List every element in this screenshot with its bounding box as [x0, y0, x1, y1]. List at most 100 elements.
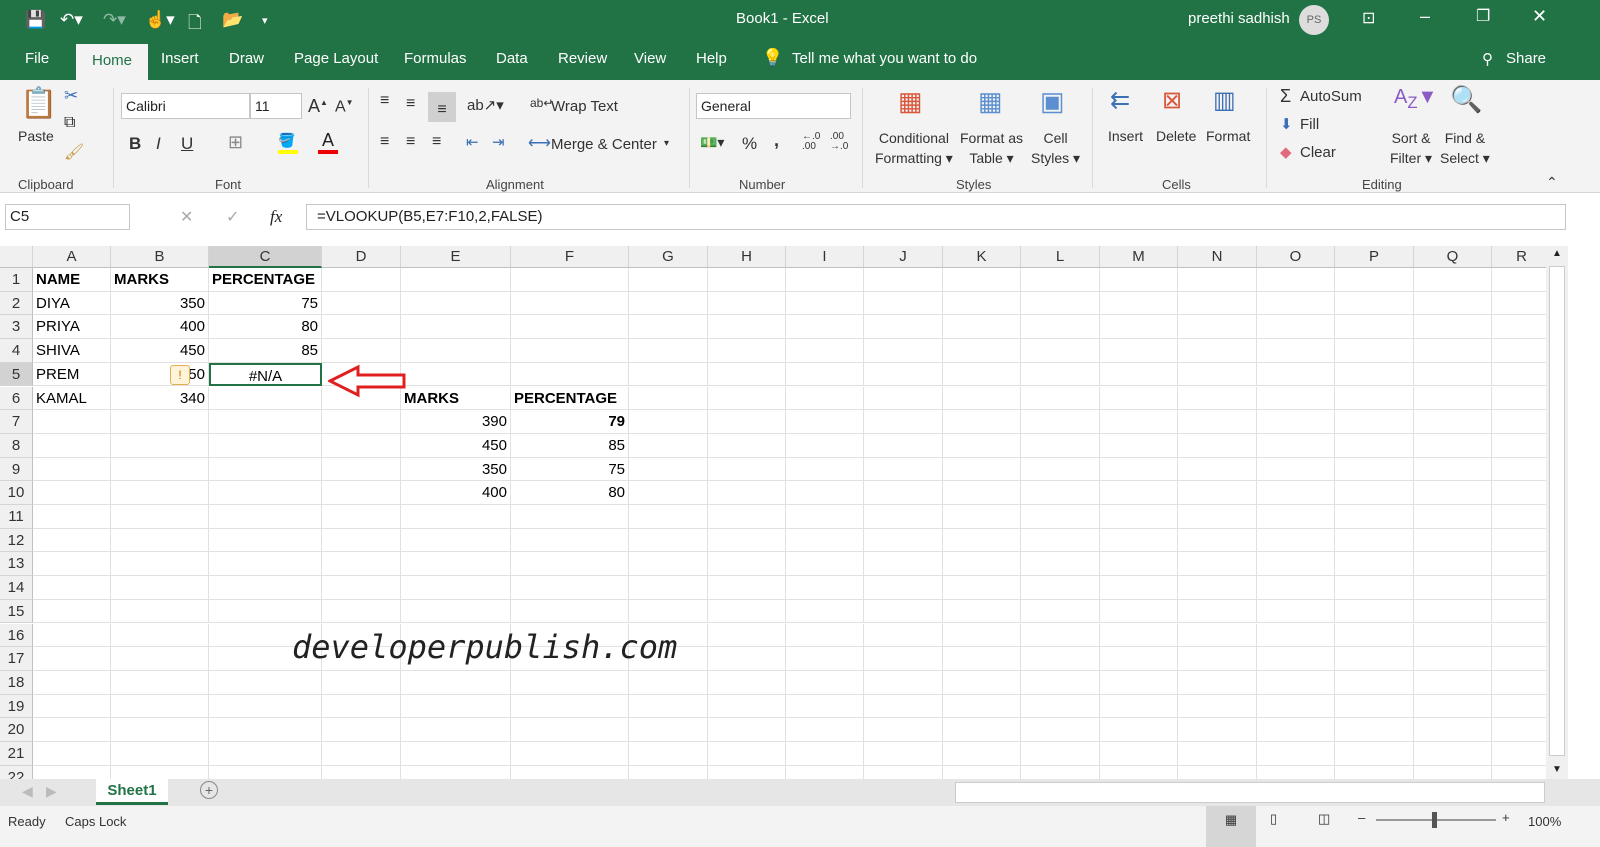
cell-F3[interactable] [511, 315, 629, 340]
cell-E3[interactable] [401, 315, 511, 340]
cell-P22[interactable] [1335, 765, 1414, 779]
scroll-thumb[interactable] [1549, 266, 1565, 756]
cell-R15[interactable] [1492, 599, 1552, 624]
cell-H15[interactable] [708, 599, 786, 624]
underline-button[interactable]: U [181, 134, 193, 154]
cell-M5[interactable] [1100, 362, 1178, 387]
cell-C21[interactable] [209, 742, 322, 766]
cell-L15[interactable] [1021, 599, 1100, 624]
open-icon[interactable]: 📂 [222, 10, 243, 30]
autosum-button[interactable]: AutoSum [1300, 88, 1362, 105]
borders-icon[interactable]: ⊞ [228, 132, 243, 153]
column-header-C[interactable]: C [209, 246, 322, 268]
cell-M18[interactable] [1100, 670, 1178, 695]
cell-Q14[interactable] [1414, 576, 1492, 600]
cell-H10[interactable] [708, 481, 786, 505]
vertical-scrollbar[interactable]: ▲ ▼ [1546, 246, 1568, 779]
cell-L19[interactable] [1021, 694, 1100, 719]
cell-D21[interactable] [322, 742, 401, 766]
cell-O21[interactable] [1257, 742, 1335, 766]
cell-M13[interactable] [1100, 552, 1178, 577]
cell-F18[interactable] [511, 670, 629, 695]
cell-L17[interactable] [1021, 647, 1100, 671]
comma-button[interactable]: , [774, 130, 779, 151]
undo-icon[interactable]: ↶▾ [60, 10, 83, 30]
cell-F6[interactable]: PERCENTAGE [511, 386, 629, 411]
cell-H19[interactable] [708, 694, 786, 719]
column-header-K[interactable]: K [943, 246, 1021, 268]
cell-B7[interactable] [111, 410, 209, 434]
column-header-H[interactable]: H [708, 246, 786, 268]
row-header-21[interactable]: 21 [0, 742, 33, 766]
insert-function-button[interactable]: fx [270, 207, 282, 227]
cell-K18[interactable] [943, 670, 1021, 695]
cell-B17[interactable] [111, 647, 209, 671]
tab-insert[interactable]: Insert [161, 50, 199, 67]
cell-F5[interactable] [511, 362, 629, 387]
cell-O8[interactable] [1257, 433, 1335, 458]
cell-J5[interactable] [864, 362, 943, 387]
cell-G9[interactable] [629, 457, 708, 482]
cell-I7[interactable] [786, 410, 864, 434]
row-header-20[interactable]: 20 [0, 718, 33, 742]
cell-C13[interactable] [209, 552, 322, 577]
cell-O19[interactable] [1257, 694, 1335, 719]
spreadsheet-grid[interactable]: A B C D E F G H I J K L M N O P Q R 1 NAME MARKS PERCENTAGE 2 D… [0, 246, 1578, 779]
user-name[interactable]: preethi sadhish [1188, 10, 1290, 27]
cell-I21[interactable] [786, 742, 864, 766]
cell-Q18[interactable] [1414, 670, 1492, 695]
cell-H11[interactable] [708, 505, 786, 529]
cell-O11[interactable] [1257, 505, 1335, 529]
cell-K22[interactable] [943, 765, 1021, 779]
cell-N13[interactable] [1178, 552, 1257, 577]
tab-home[interactable]: Home [76, 44, 148, 80]
cell-N4[interactable] [1178, 339, 1257, 363]
cell-E1[interactable] [401, 268, 511, 292]
row-header-19[interactable]: 19 [0, 694, 33, 719]
percent-button[interactable]: % [742, 134, 757, 154]
cell-K6[interactable] [943, 386, 1021, 411]
cell-R19[interactable] [1492, 694, 1552, 719]
cell-P1[interactable] [1335, 268, 1414, 292]
cell-M9[interactable] [1100, 457, 1178, 482]
cell-Q3[interactable] [1414, 315, 1492, 340]
cell-J7[interactable] [864, 410, 943, 434]
cell-O1[interactable] [1257, 268, 1335, 292]
row-header-17[interactable]: 17 [0, 647, 33, 671]
error-warning-icon[interactable]: ! [170, 365, 190, 385]
column-header-Q[interactable]: Q [1414, 246, 1492, 268]
cell-G1[interactable] [629, 268, 708, 292]
cell-O17[interactable] [1257, 647, 1335, 671]
cell-R18[interactable] [1492, 670, 1552, 695]
row-header-2[interactable]: 2 [0, 291, 33, 316]
cell-F15[interactable] [511, 599, 629, 624]
cell-J16[interactable] [864, 623, 943, 648]
cell-J11[interactable] [864, 505, 943, 529]
cut-icon[interactable]: ✂ [64, 86, 78, 106]
cell-J4[interactable] [864, 339, 943, 363]
cell-N1[interactable] [1178, 268, 1257, 292]
cell-E2[interactable] [401, 291, 511, 316]
cell-K4[interactable] [943, 339, 1021, 363]
cell-M1[interactable] [1100, 268, 1178, 292]
cell-L21[interactable] [1021, 742, 1100, 766]
row-header-12[interactable]: 12 [0, 528, 33, 553]
close-icon[interactable]: ✕ [1532, 6, 1547, 27]
cell-J22[interactable] [864, 765, 943, 779]
cell-B8[interactable] [111, 433, 209, 458]
row-header-16[interactable]: 16 [0, 623, 33, 648]
cell-Q1[interactable] [1414, 268, 1492, 292]
autosave-icon[interactable]: 💾 [25, 10, 46, 30]
row-header-13[interactable]: 13 [0, 552, 33, 577]
cell-F2[interactable] [511, 291, 629, 316]
cell-P17[interactable] [1335, 647, 1414, 671]
cell-P21[interactable] [1335, 742, 1414, 766]
cell-G13[interactable] [629, 552, 708, 577]
column-header-L[interactable]: L [1021, 246, 1100, 268]
cell-I18[interactable] [786, 670, 864, 695]
cell-J1[interactable] [864, 268, 943, 292]
cell-L6[interactable] [1021, 386, 1100, 411]
cell-B11[interactable] [111, 505, 209, 529]
cell-B3[interactable]: 400 [111, 315, 209, 340]
row-header-15[interactable]: 15 [0, 599, 33, 624]
